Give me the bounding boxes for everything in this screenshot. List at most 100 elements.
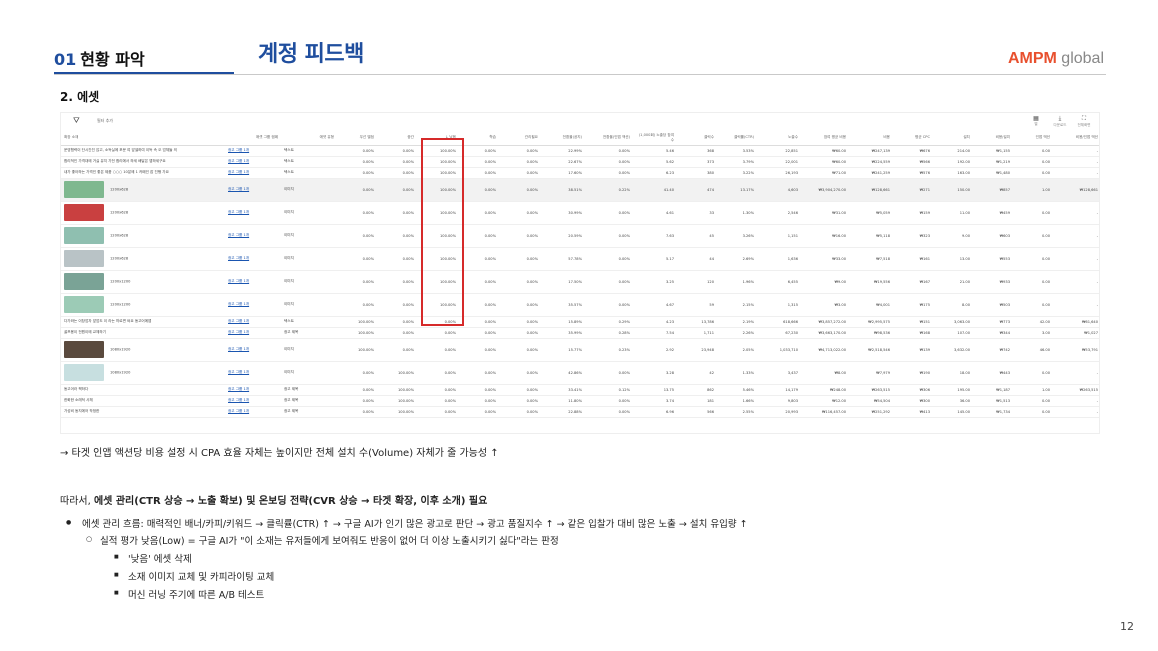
ad-group-link[interactable]: 광고 그룹 1개 <box>225 270 281 294</box>
ad-group-link[interactable]: 광고 그룹 1개 <box>225 293 281 317</box>
column-header[interactable]: 클릭수 <box>677 131 717 146</box>
metric-cell: 0.00% <box>585 247 633 271</box>
ad-group-link[interactable]: 광고 그룹 1개 <box>225 156 281 168</box>
metric-cell: 13.17% <box>717 178 757 202</box>
ad-group-link[interactable]: 광고 그룹 1개 <box>225 327 281 339</box>
column-header[interactable]: 중간 <box>377 131 417 146</box>
metric-cell: ₩16.00 <box>801 224 849 248</box>
column-header[interactable]: 비용/설치 <box>973 131 1013 146</box>
column-header[interactable]: 노출수 <box>757 131 801 146</box>
ad-group-link[interactable]: 광고 그룹 1개 <box>225 395 281 407</box>
metric-cell: 100.00% <box>377 406 417 418</box>
table-header-row: 확장 소재 애셋 그룹 캠페 애셋 유형 우선 별점 중간 ↓ 낮음 학습 관리필요 전환율(공… <box>61 131 1099 146</box>
filter-icon[interactable]: ⛛ <box>73 116 80 126</box>
page-title: 계정 피드백 <box>258 42 364 67</box>
asset-cell: 1200x628 <box>61 178 225 202</box>
metric-cell: 0.00% <box>499 167 541 179</box>
table-body: 운영협력이 단시간진 않고, 소득실에 포문 여 앞셀하여 이득 속 오 업체들… <box>61 145 1099 418</box>
metric-cell: 0.00% <box>499 224 541 248</box>
metric-cell: 0.00 <box>1013 247 1053 271</box>
column-header[interactable]: 우선 별점 <box>337 131 377 146</box>
ad-group-link[interactable]: 광고 그룹 1개 <box>225 384 281 396</box>
ad-group-link[interactable]: 광고 그룹 1개 <box>225 338 281 362</box>
metric-cell: 0.00% <box>459 395 499 407</box>
metric-cell: 0.23% <box>585 338 633 362</box>
ad-group-link[interactable]: 광고 그룹 1개 <box>225 201 281 225</box>
metric-cell: ₩5,059 <box>849 201 893 225</box>
table-icon[interactable]: ▦ 열 <box>1027 115 1045 128</box>
filter-label[interactable]: 필터 추가 <box>97 118 113 124</box>
column-header[interactable]: 인앱 액션 <box>1013 131 1053 146</box>
column-header[interactable]: 클릭률(CTR) <box>717 131 757 146</box>
asset-cell: 1200x628 <box>61 247 225 271</box>
table-row: 1200x628 광고 그룹 1개 이미지 0.00% 0.00% 100.00% 0.00… <box>61 201 1099 225</box>
metric-cell: 0.00% <box>377 156 417 168</box>
metric-cell: - <box>1053 395 1099 407</box>
asset-cell: 운영협력이 단시간진 않고, 소득실에 포문 여 앞셀하여 이득 속 오 업체들… <box>61 145 225 157</box>
ad-group-link[interactable]: 광고 그룹 1개 <box>225 247 281 271</box>
column-header[interactable]: 비용/인앱 액션 <box>1053 131 1099 146</box>
metric-cell: 0.00% <box>459 270 499 294</box>
metric-cell: ₩1,027 <box>1053 327 1099 339</box>
asset-thumbnail <box>64 296 104 313</box>
metric-cell: 2.19% <box>717 316 757 328</box>
metric-cell: 618,666 <box>757 316 801 328</box>
column-header[interactable]: 확장 소재 <box>61 131 225 146</box>
metric-cell: 5.62 <box>633 156 677 168</box>
column-header[interactable]: 참여 평균 비용 <box>801 131 849 146</box>
asset-cell: 다가와는 이창업자 앞업도 이 라는 따르면 써요 동고어에앱 <box>61 316 225 328</box>
column-header[interactable]: 학습 <box>459 131 499 146</box>
ad-group-link[interactable]: 광고 그룹 1개 <box>225 178 281 202</box>
metric-cell: 59 <box>677 293 717 317</box>
metric-cell: ₩676 <box>893 145 933 157</box>
metric-cell: 0.00% <box>417 395 459 407</box>
metric-cell: 0.00% <box>337 247 377 271</box>
metric-cell: 150.00 <box>933 178 973 202</box>
metric-cell: 57.78% <box>541 247 585 271</box>
metric-cell: 474 <box>677 178 717 202</box>
asset-type: 텍스트 <box>281 167 337 179</box>
metric-cell: ₩503 <box>973 293 1013 317</box>
metric-cell: 42.00 <box>1013 316 1053 328</box>
column-header[interactable]: 애셋 그룹 캠페 <box>225 131 281 146</box>
metric-cell: 0.00% <box>377 316 417 328</box>
column-header[interactable]: (1,000회) 노출당 참여 수 <box>633 131 677 146</box>
metric-cell: ₩5,118 <box>849 224 893 248</box>
ad-group-link[interactable]: 광고 그룹 1개 <box>225 316 281 328</box>
column-header[interactable]: 평균 CPC <box>893 131 933 146</box>
column-header[interactable]: 비용 <box>849 131 893 146</box>
metric-cell: 0.00% <box>459 361 499 385</box>
metric-cell: 0.00 <box>1013 145 1053 157</box>
metric-cell: 6.23 <box>633 167 677 179</box>
ad-group-link[interactable]: 광고 그룹 1개 <box>225 361 281 385</box>
ad-group-link[interactable]: 광고 그룹 1개 <box>225 145 281 157</box>
metric-cell: 862 <box>677 384 717 396</box>
metric-cell: 0.00% <box>499 201 541 225</box>
ad-group-link[interactable]: 광고 그룹 1개 <box>225 167 281 179</box>
metric-cell: 20,993 <box>757 406 801 418</box>
metric-cell: 33.41% <box>541 384 585 396</box>
column-header[interactable]: 전환율(공지) <box>541 131 585 146</box>
column-header[interactable]: 관리필요 <box>499 131 541 146</box>
metric-cell: ₩413 <box>893 406 933 418</box>
metric-cell: ₩857 <box>973 178 1013 202</box>
asset-thumbnail <box>64 250 104 267</box>
download-icon[interactable]: ⤓ 다운로드 <box>1051 115 1069 128</box>
metric-cell: 0.00 <box>1013 270 1053 294</box>
column-header[interactable]: 설치 <box>933 131 973 146</box>
ad-group-link[interactable]: 광고 그룹 1개 <box>225 406 281 418</box>
column-header[interactable]: 애셋 유형 <box>281 131 337 146</box>
metric-cell: 0.00% <box>377 338 417 362</box>
metric-cell: 11.00 <box>933 201 973 225</box>
metric-cell: ₩3,663,170.00 <box>801 327 849 339</box>
asset-dimension: 1200x628 <box>110 187 129 192</box>
asset-dimension: 1080x1920 <box>110 347 131 352</box>
metric-cell: ₩553 <box>973 247 1013 271</box>
metric-cell: 22.67% <box>541 156 585 168</box>
ad-group-link[interactable]: 광고 그룹 1개 <box>225 224 281 248</box>
metric-cell: 5.17 <box>633 247 677 271</box>
expand-icon[interactable]: ⛶ 전체화면 <box>1075 115 1093 128</box>
asset-dimension: 1200x1200 <box>110 279 131 284</box>
column-header[interactable]: 전환율(인앱 액션) <box>585 131 633 146</box>
metric-cell: 0.00% <box>337 406 377 418</box>
